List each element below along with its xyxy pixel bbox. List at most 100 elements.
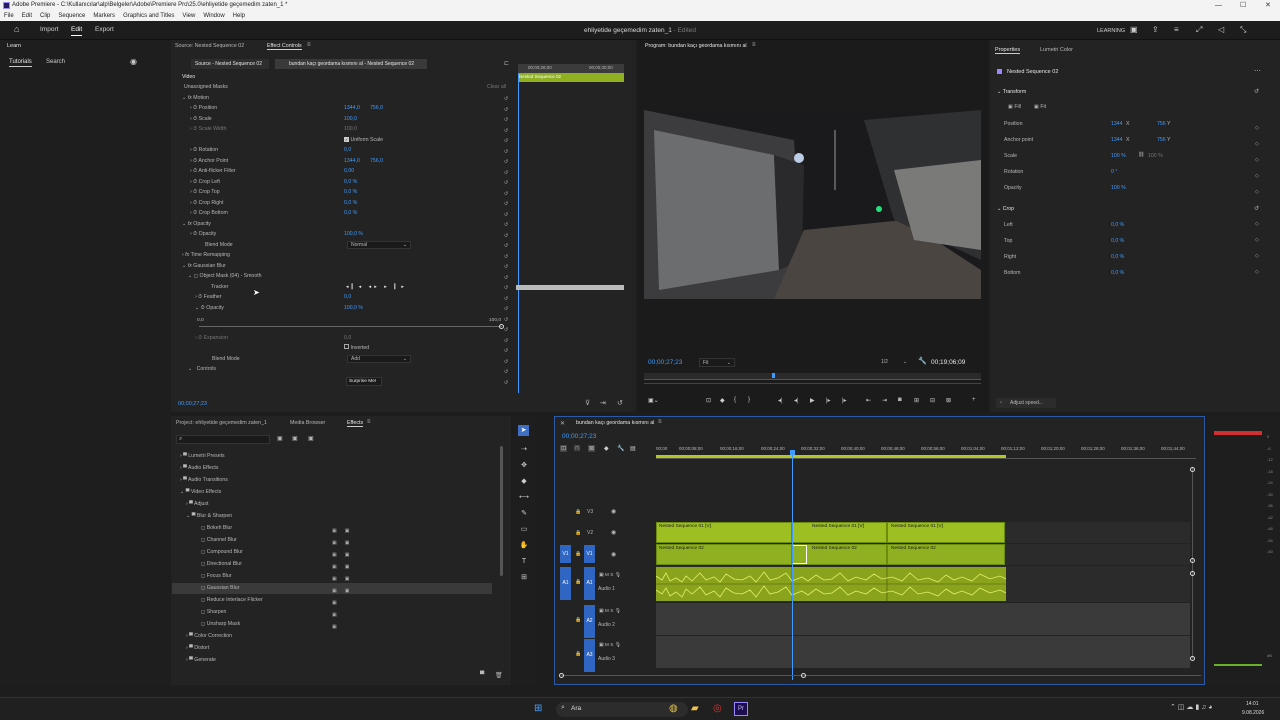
timeline-timecode[interactable]: 00;00;27;23 <box>562 433 596 440</box>
menu-clip[interactable]: Clip <box>40 13 50 19</box>
audio-waveform[interactable] <box>656 567 1006 601</box>
tree-blur-sharpen[interactable]: ⌄ ▀ Blur & Sharpen <box>186 513 232 519</box>
menu-help[interactable]: Help <box>233 13 245 19</box>
v3-lock-icon[interactable]: 🔒 <box>575 509 581 515</box>
tab-project[interactable]: Project: ehliyetide geçemedim zaten_1 <box>176 420 267 426</box>
program-scrubber[interactable] <box>644 373 981 380</box>
motion-toggle[interactable]: ⌄ fx Motion <box>182 93 209 103</box>
rotation-row[interactable]: › ⏱ Rotation <box>190 145 218 155</box>
opacity-slider-track[interactable] <box>199 326 502 327</box>
v3-eye-icon[interactable]: ◉ <box>611 508 616 515</box>
feather-value[interactable]: 0,0 <box>344 292 351 302</box>
a1-lock-icon[interactable]: 🔒 <box>575 579 581 585</box>
effects-scrollbar[interactable] <box>500 446 503 576</box>
mask-opacity-value[interactable]: 100,0 % <box>344 303 363 313</box>
selected-clip-outline[interactable] <box>792 545 807 564</box>
clip-v2-3[interactable]: Nested Sequence 01 [V] <box>887 522 1005 543</box>
v2-lock-icon[interactable]: 🔒 <box>575 530 581 536</box>
feather-row[interactable]: › ⏱ Feather <box>195 292 222 302</box>
tab-search[interactable]: Search <box>46 59 65 65</box>
anchor-point-row[interactable]: › ⏱ Anchor Point <box>190 156 228 166</box>
zoom-handle-top[interactable] <box>1190 467 1195 472</box>
transform-reset-icon[interactable]: ↺ <box>1254 88 1259 95</box>
anchor-y-value[interactable]: 756,0 <box>370 156 383 166</box>
link-icon[interactable]: ⛓ <box>1138 152 1145 158</box>
a2-controls[interactable]: ▣ M S 🎙 <box>599 609 621 614</box>
settings-wrench-icon[interactable]: 🔧 <box>918 357 927 365</box>
tree-bokeh-blur[interactable]: ◻ Bokeh Blur <box>201 525 232 531</box>
program-video-frame[interactable] <box>644 110 981 299</box>
prop-opacity-value[interactable]: 100 % <box>1111 185 1126 191</box>
transport-controls[interactable]: ▣⌄ ⊡ ◆ { } ◂| ◂| ▶ |▸ |▸ ⇤ ⇥ ◙ ⊞ ⊟ ⊠ + <box>646 397 986 407</box>
tree-audio-effects[interactable]: › ▀ Audio Effects <box>180 465 218 471</box>
scroll-handle-right[interactable] <box>801 673 806 678</box>
tree-color-correction[interactable]: › ▀ Color Correction <box>186 633 232 639</box>
program-playhead[interactable] <box>772 373 775 378</box>
32bit-icon[interactable]: ▣ <box>292 435 298 442</box>
timeline-toolbar[interactable]: ⊡ ∩ ⊠ ◆ 🔧 ▤ <box>560 445 640 455</box>
v1-lock-icon[interactable]: 🔒 <box>575 551 581 557</box>
work-area-bar[interactable] <box>656 455 1006 458</box>
crop-top-value[interactable]: 0,0 % <box>344 187 357 197</box>
v1-eye-icon[interactable]: ◉ <box>611 551 616 558</box>
opera-icon[interactable]: ◎ <box>713 703 722 714</box>
position-y-value[interactable]: 756,0 <box>370 103 383 113</box>
file-explorer-icon[interactable]: ▰ <box>691 703 699 714</box>
zoom-handle-mid[interactable] <box>1190 558 1195 563</box>
clip-v1-1[interactable]: Nested Sequence 02 <box>656 544 792 565</box>
clip-v2-2[interactable]: Nested Sequence 01 [V] <box>792 522 887 543</box>
tree-lumetri-presets[interactable]: › ▀ Lumetri Presets <box>180 453 225 459</box>
fit-select[interactable]: Fit ⌄ <box>699 358 735 367</box>
horizontal-scroll-track[interactable] <box>561 675 1201 676</box>
more-icon[interactable]: ⋯ <box>1254 67 1261 75</box>
rotation-value[interactable]: 0,0 <box>344 145 351 155</box>
zoom-handle-bottom[interactable] <box>1190 656 1195 661</box>
surprise-me-button[interactable]: Surprise Me! <box>346 377 382 386</box>
prop-rotation-value[interactable]: 0 ° <box>1111 169 1117 175</box>
mini-playhead[interactable] <box>518 73 519 393</box>
crop-bottom-value[interactable]: 0,0 % <box>344 208 357 218</box>
workspaces-icon[interactable]: ▣ <box>1130 25 1138 34</box>
zoom-bar[interactable] <box>644 383 981 384</box>
tab-source[interactable]: Source: Nested Sequence 02 <box>175 43 244 49</box>
sequence-tab[interactable]: bundan kaçı geordama kısmını al <box>576 420 654 426</box>
mask-opacity-row[interactable]: ⌄ ⏱ Opacity <box>195 303 224 313</box>
a2-lock-icon[interactable]: 🔒 <box>575 617 581 623</box>
menu-sequence[interactable]: Sequence <box>58 13 85 19</box>
effects-search-input[interactable]: ⌕ <box>176 435 270 444</box>
program-menu-icon[interactable]: ≡ <box>752 42 756 48</box>
inverted-checkbox[interactable]: Inverted <box>344 343 369 353</box>
close-sequence-icon[interactable]: ✕ <box>560 420 565 427</box>
maximize-icon[interactable]: ☐ <box>1240 0 1246 11</box>
tree-generate[interactable]: › ▀ Generate <box>186 657 216 663</box>
zoom-handle-mid2[interactable] <box>1190 571 1195 576</box>
controls-toggle[interactable]: ⌄ Controls <box>188 364 216 374</box>
prop-position-x[interactable]: 1344 <box>1111 121 1123 127</box>
effects-menu-icon[interactable]: ≡ <box>367 419 371 425</box>
position-row[interactable]: › ⏱ Position <box>190 103 217 113</box>
tracker-controls[interactable]: ◂▎◂ ◂▸ ▸ ▎▸ <box>346 282 407 292</box>
anti-flicker-row[interactable]: › ⏱ Anti-flicker Filter <box>190 166 236 176</box>
prop-scale-value[interactable]: 100 % <box>1111 153 1126 159</box>
menu-window[interactable]: Window <box>203 13 224 19</box>
prop-left-value[interactable]: 0,0 % <box>1111 222 1124 228</box>
a3-controls[interactable]: ▣ M S 🎙 <box>599 643 621 648</box>
tab-media-browser[interactable]: Media Browser <box>290 420 325 426</box>
opacity-row[interactable]: › ⏱ Opacity <box>190 229 216 239</box>
mini-clip[interactable]: Nested Sequence 02 <box>518 73 624 82</box>
blend-mode-select[interactable]: Normal ⌄ <box>347 241 411 249</box>
crop-right-value[interactable]: 0,0 % <box>344 198 357 208</box>
windows-start-icon[interactable]: ⊞ <box>534 703 542 714</box>
tree-gaussian-blur[interactable]: ◻ Gaussian Blur <box>201 585 239 591</box>
v3-label[interactable]: V3 <box>587 509 593 515</box>
anchor-x-value[interactable]: 1344,0 <box>344 156 360 166</box>
menu-view[interactable]: View <box>182 13 195 19</box>
export-icon[interactable]: ⇥ <box>600 399 606 407</box>
timeline-playhead[interactable] <box>792 450 793 680</box>
a3-lock-icon[interactable]: 🔒 <box>575 651 581 657</box>
quick-export-icon[interactable]: ⇪ <box>1152 25 1159 34</box>
crop-bottom-row[interactable]: › ⏱ Crop Bottom <box>190 208 228 218</box>
tree-unsharp-mask[interactable]: ◻ Unsharp Mask <box>201 621 240 627</box>
accelerated-icon[interactable]: ▣ <box>277 435 283 442</box>
tab-effect-controls[interactable]: Effect Controls <box>267 43 302 50</box>
